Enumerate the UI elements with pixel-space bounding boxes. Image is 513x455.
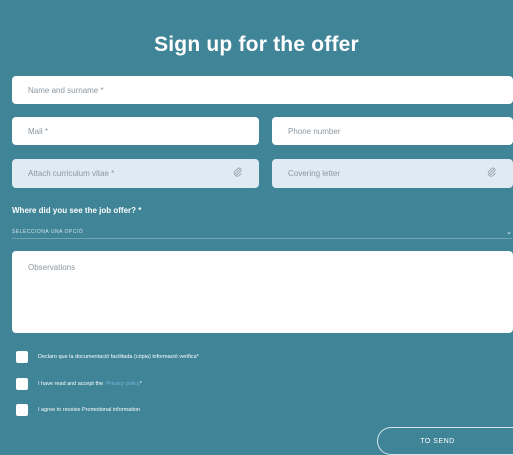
privacy-checkbox[interactable] — [16, 378, 28, 390]
source-question-label: Where did you see the job offer? * — [12, 206, 142, 215]
phone-placeholder: Phone number — [288, 126, 341, 136]
certify-checkbox-label: Declaro que la documentació facilitada (… — [38, 354, 199, 360]
form-title: Sign up for the offer — [154, 33, 359, 56]
observations-textarea[interactable]: Observations — [12, 251, 513, 333]
cover-placeholder: Covering letter — [288, 169, 341, 178]
privacy-checkbox-row: I have read and accept the Privacy polic… — [16, 378, 142, 390]
cover-letter-attach-field[interactable]: Covering letter — [272, 159, 513, 188]
send-button[interactable]: TO SEND — [377, 427, 513, 455]
promo-checkbox[interactable] — [16, 404, 28, 416]
source-select[interactable]: SELECCIONA UNA OPCIÓ ⌄ — [12, 226, 512, 239]
cv-attach-field[interactable]: Attach curriculum vitae * — [12, 159, 259, 188]
paperclip-icon[interactable] — [229, 167, 245, 180]
privacy-required-marker: * — [139, 381, 142, 387]
privacy-checkbox-label: I have read and accept the — [38, 381, 104, 387]
observations-placeholder: Observations — [28, 263, 76, 272]
name-field[interactable]: Name and surname * — [12, 76, 513, 104]
promo-checkbox-label: I agree to receive Promotional informati… — [38, 407, 141, 413]
signup-form: Sign up for the offer Name and surname *… — [0, 0, 513, 455]
cv-placeholder: Attach curriculum vitae * — [28, 169, 115, 178]
chevron-down-icon[interactable]: ⌄ — [506, 228, 512, 236]
privacy-policy-link[interactable]: Privacy policy — [106, 381, 140, 387]
source-select-value: SELECCIONA UNA OPCIÓ — [12, 229, 84, 235]
paperclip-icon[interactable] — [483, 167, 499, 180]
paperclip-icon-svg — [233, 167, 242, 177]
phone-field[interactable]: Phone number — [272, 117, 513, 145]
paperclip-icon-svg — [487, 167, 496, 177]
name-placeholder: Name and surname * — [28, 85, 104, 95]
mail-placeholder: Mail * — [28, 126, 49, 136]
promo-checkbox-row: I agree to receive Promotional informati… — [16, 404, 140, 416]
mail-field[interactable]: Mail * — [12, 117, 259, 145]
certify-checkbox-row: Declaro que la documentació facilitada (… — [16, 351, 199, 363]
certify-checkbox[interactable] — [16, 351, 28, 363]
